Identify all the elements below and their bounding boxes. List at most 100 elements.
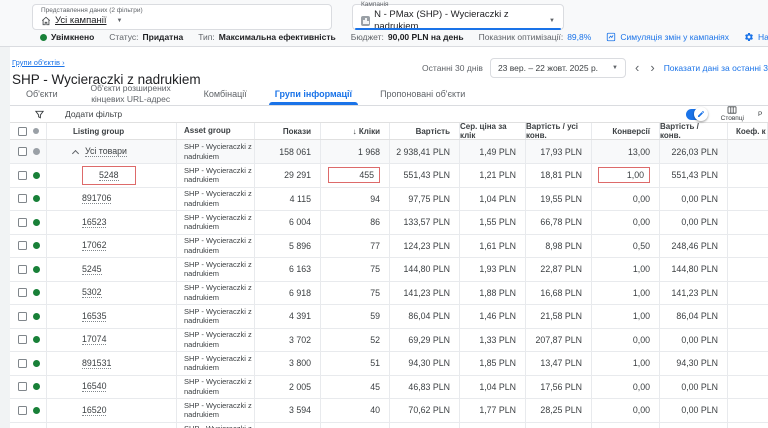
asset-group-cell: SHP - Wycieraczki z nadrukiem: [177, 211, 255, 234]
row-checkbox[interactable]: [18, 288, 27, 297]
listing-group-cell: 891531: [47, 352, 177, 375]
listing-group-link[interactable]: 5248: [99, 170, 119, 181]
impressions-cell: 29 291: [255, 164, 321, 187]
listing-group-cell: 17062: [47, 235, 177, 258]
next-period-button[interactable]: ›: [648, 63, 656, 73]
cost_all_conv-cell: 17,56 PLN: [526, 376, 592, 399]
cost_per_conv-cell: 248,46 PLN: [660, 235, 728, 258]
status-column-icon: [33, 128, 39, 134]
simulate-changes-button[interactable]: Симуляція змін у кампаніях: [606, 32, 729, 42]
row-checkbox[interactable]: [18, 265, 27, 274]
clicks-cell: 52: [321, 329, 390, 352]
chevron-down-icon: ▼: [612, 65, 618, 71]
clipped-toolbar-label: Р: [758, 111, 768, 118]
columns-button[interactable]: Стовпці: [721, 106, 744, 122]
row-checkbox[interactable]: [18, 359, 27, 368]
listing-group-link[interactable]: 16535: [82, 311, 106, 322]
avg_cpc-cell: 1,88 PLN: [460, 282, 526, 305]
listing-group-link[interactable]: 16523: [82, 217, 106, 228]
listing-group-link[interactable]: 17074: [82, 334, 106, 345]
row-select-cell: [10, 258, 47, 281]
avg_cpc-cell: [460, 423, 526, 428]
cost-cell: 124,23 PLN: [390, 235, 460, 258]
row-select-cell: [10, 376, 47, 399]
campaign-settings-button[interactable]: Налаштування кампанії: [744, 32, 768, 42]
listing-group-link[interactable]: 16540: [82, 381, 106, 392]
edit-mode-toggle[interactable]: [686, 109, 707, 120]
avg_cpc-cell: 1,21 PLN: [460, 164, 526, 187]
data-view-label: Представлення даних (2 фільтри): [41, 7, 323, 15]
listing-group-link[interactable]: 5245: [82, 264, 102, 275]
cost-cell: 46,83 PLN: [390, 376, 460, 399]
row-checkbox[interactable]: [18, 335, 27, 344]
row-checkbox[interactable]: [18, 382, 27, 391]
row-status-dot: [33, 219, 40, 226]
asset-group-cell: SHP - Wycieraczki z nadrukiem: [177, 329, 255, 352]
row-checkbox[interactable]: [18, 406, 27, 415]
cost_all_conv-cell: 19,55 PLN: [526, 188, 592, 211]
tab-3[interactable]: Групи інформації: [261, 82, 366, 105]
impressions-cell: 5 896: [255, 235, 321, 258]
listing-group-link[interactable]: 891531: [82, 358, 111, 369]
row-status-dot: [33, 360, 40, 367]
tab-2[interactable]: Комбінації: [190, 82, 261, 105]
opt-score-value[interactable]: 89,8%: [567, 32, 591, 42]
cost_per_conv-cell: 0,00 PLN: [660, 329, 728, 352]
listing-group-link[interactable]: 17062: [82, 240, 106, 251]
select-all-checkbox[interactable]: [18, 127, 27, 136]
collapse-chevron-icon[interactable]: [72, 149, 79, 156]
tab-4[interactable]: Пропоновані об'єкти: [366, 82, 479, 105]
table-toolbar: Додати фільтр Стовпці Р: [10, 106, 768, 122]
avg_cpc-cell: 1,85 PLN: [460, 352, 526, 375]
impressions-cell: 2 005: [255, 376, 321, 399]
show-data-link[interactable]: Показати дані за останні 3: [664, 63, 768, 73]
listing-group-cell: 16535: [47, 305, 177, 328]
asset-group-cell: SHP - Wycieraczki z nadrukiem: [177, 140, 255, 163]
column-header-asset-group: Asset group: [177, 123, 255, 139]
row-select-cell: [10, 164, 47, 187]
listing-group-link[interactable]: Усі товари: [85, 146, 127, 157]
status-label: Статус:: [109, 32, 138, 42]
tab-0[interactable]: Об'єкти: [12, 82, 72, 105]
listing-group-cell: 5302: [47, 282, 177, 305]
prev-period-button[interactable]: ‹: [633, 63, 641, 73]
avg_cpc-cell: 1,93 PLN: [460, 258, 526, 281]
listing-group-link[interactable]: 16520: [82, 405, 106, 416]
row-select-cell: [10, 305, 47, 328]
column-header-7: Конверсії: [592, 123, 660, 139]
cost_per_conv-cell: 0,00 PLN: [660, 376, 728, 399]
row-select-cell: [10, 140, 47, 163]
table-row: 16535SHP - Wycieraczki z nadrukiem4 3915…: [10, 305, 768, 329]
tab-1[interactable]: Об'єкти розширених кінцевих URL-адрес: [72, 82, 190, 105]
data-view-selector[interactable]: Представлення даних (2 фільтри) Усі камп…: [32, 4, 332, 30]
row-checkbox[interactable]: [18, 312, 27, 321]
conversions-cell: 1,00: [592, 164, 660, 187]
breadcrumb[interactable]: Групи об'єктів ›: [12, 58, 65, 67]
listing-group-cell: 5248: [47, 164, 177, 187]
row-checkbox[interactable]: [18, 147, 27, 156]
listing-group-link[interactable]: 891706: [82, 193, 111, 204]
listing-group-link[interactable]: 5302: [82, 287, 102, 298]
row-checkbox[interactable]: [18, 171, 27, 180]
add-filter-button[interactable]: Додати фільтр: [65, 109, 122, 119]
cost_all_conv-cell: 17,93 PLN: [526, 140, 592, 163]
conversions-cell: 1,00: [592, 305, 660, 328]
date-range-picker[interactable]: 23 вер. – 22 жовт. 2025 р. ▼: [490, 58, 626, 78]
row-select-cell: [10, 329, 47, 352]
koef-cell: [728, 282, 768, 305]
row-checkbox[interactable]: [18, 218, 27, 227]
type-value: Максимальна ефективність: [219, 32, 336, 42]
annotation-box: 455: [328, 167, 380, 183]
asset-group-cell: SHP - Wycieraczki z nadrukiem: [177, 235, 255, 258]
filter-funnel-icon[interactable]: [34, 109, 45, 120]
asset-group-cell: SHP - Wycieraczki z nadrukiem: [177, 282, 255, 305]
row-status-dot: [33, 336, 40, 343]
column-header-koef: Коеф. к: [728, 123, 768, 139]
row-checkbox[interactable]: [18, 241, 27, 250]
table-row: 891706SHP - Wycieraczki z nadrukiem4 115…: [10, 188, 768, 212]
column-header-3: ↓ Кліки: [321, 123, 390, 139]
row-checkbox[interactable]: [18, 194, 27, 203]
cost-cell: 94,30 PLN: [390, 352, 460, 375]
clicks-cell: 45: [321, 376, 390, 399]
campaign-selector[interactable]: Кампанія N - PMax (SHP) - Wycieraczki z …: [352, 4, 564, 30]
